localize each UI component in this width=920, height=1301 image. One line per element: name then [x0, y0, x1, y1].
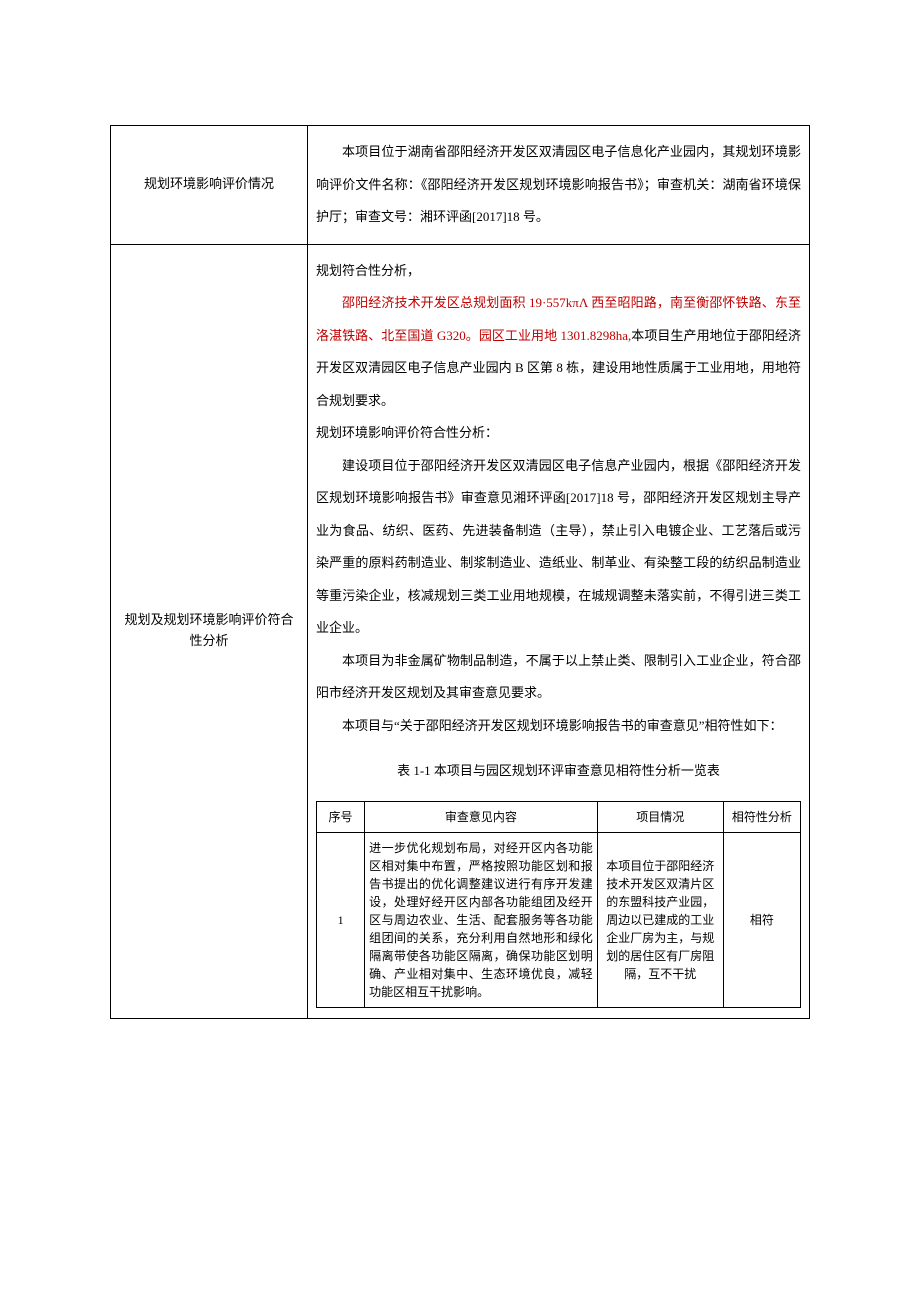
content-compliance-analysis: 规划符合性分析， 邵阳经济技术开发区总规划面积 19·557kπΛ 西至昭阳路，… — [308, 244, 810, 1018]
table-row: 1 进一步优化规划布局，对经开区内各功能区相对集中布置，严格按照功能区划和报告书… — [317, 832, 801, 1007]
td-compat: 相符 — [723, 832, 800, 1007]
th-compat: 相符性分析 — [723, 801, 800, 832]
paragraph: 本项目位于湖南省邵阳经济开发区双清园区电子信息化产业园内，其规划环境影响评价文件… — [316, 136, 801, 234]
subheading: 规划符合性分析， — [316, 255, 801, 288]
row-planning-eia-status: 规划环境影响评价情况 本项目位于湖南省邵阳经济开发区双清园区电子信息化产业园内，… — [111, 126, 810, 245]
subheading: 规划环境影响评价符合性分析： — [316, 417, 801, 450]
content-planning-eia-status: 本项目位于湖南省邵阳经济开发区双清园区电子信息化产业园内，其规划环境影响评价文件… — [308, 126, 810, 245]
paragraph: 邵阳经济技术开发区总规划面积 19·557kπΛ 西至昭阳路，南至衡邵怀铁路、东… — [316, 287, 801, 417]
compliance-table: 序号 审查意见内容 项目情况 相符性分析 1 进一步优化规划布局，对经开区内各功… — [316, 801, 801, 1008]
td-seq: 1 — [317, 832, 365, 1007]
td-project: 本项目位于邵阳经济技术开发区双清片区的东盟科技产业园，周边以已建成的工业企业厂房… — [597, 832, 723, 1007]
label-compliance-analysis: 规划及规划环境影响评价符合性分析 — [111, 244, 308, 1018]
paragraph: 建设项目位于邵阳经济开发区双清园区电子信息产业园内，根据《邵阳经济开发区规划环境… — [316, 450, 801, 645]
row-compliance-analysis: 规划及规划环境影响评价符合性分析 规划符合性分析， 邵阳经济技术开发区总规划面积… — [111, 244, 810, 1018]
td-opinion: 进一步优化规划布局，对经开区内各功能区相对集中布置，严格按照功能区划和报告书提出… — [365, 832, 598, 1007]
table-caption: 表 1-1 本项目与园区规划环评审查意见相符性分析一览表 — [316, 755, 801, 788]
th-seq: 序号 — [317, 801, 365, 832]
th-project: 项目情况 — [597, 801, 723, 832]
label-planning-eia-status: 规划环境影响评价情况 — [111, 126, 308, 245]
th-opinion: 审查意见内容 — [365, 801, 598, 832]
table-header-row: 序号 审查意见内容 项目情况 相符性分析 — [317, 801, 801, 832]
paragraph: 本项目与“关于邵阳经济开发区规划环境影响报告书的审查意见”相符性如下： — [316, 710, 801, 743]
paragraph: 本项目为非金属矿物制品制造，不属于以上禁止类、限制引入工业企业，符合邵阳市经济开… — [316, 645, 801, 710]
main-table: 规划环境影响评价情况 本项目位于湖南省邵阳经济开发区双清园区电子信息化产业园内，… — [110, 125, 810, 1019]
